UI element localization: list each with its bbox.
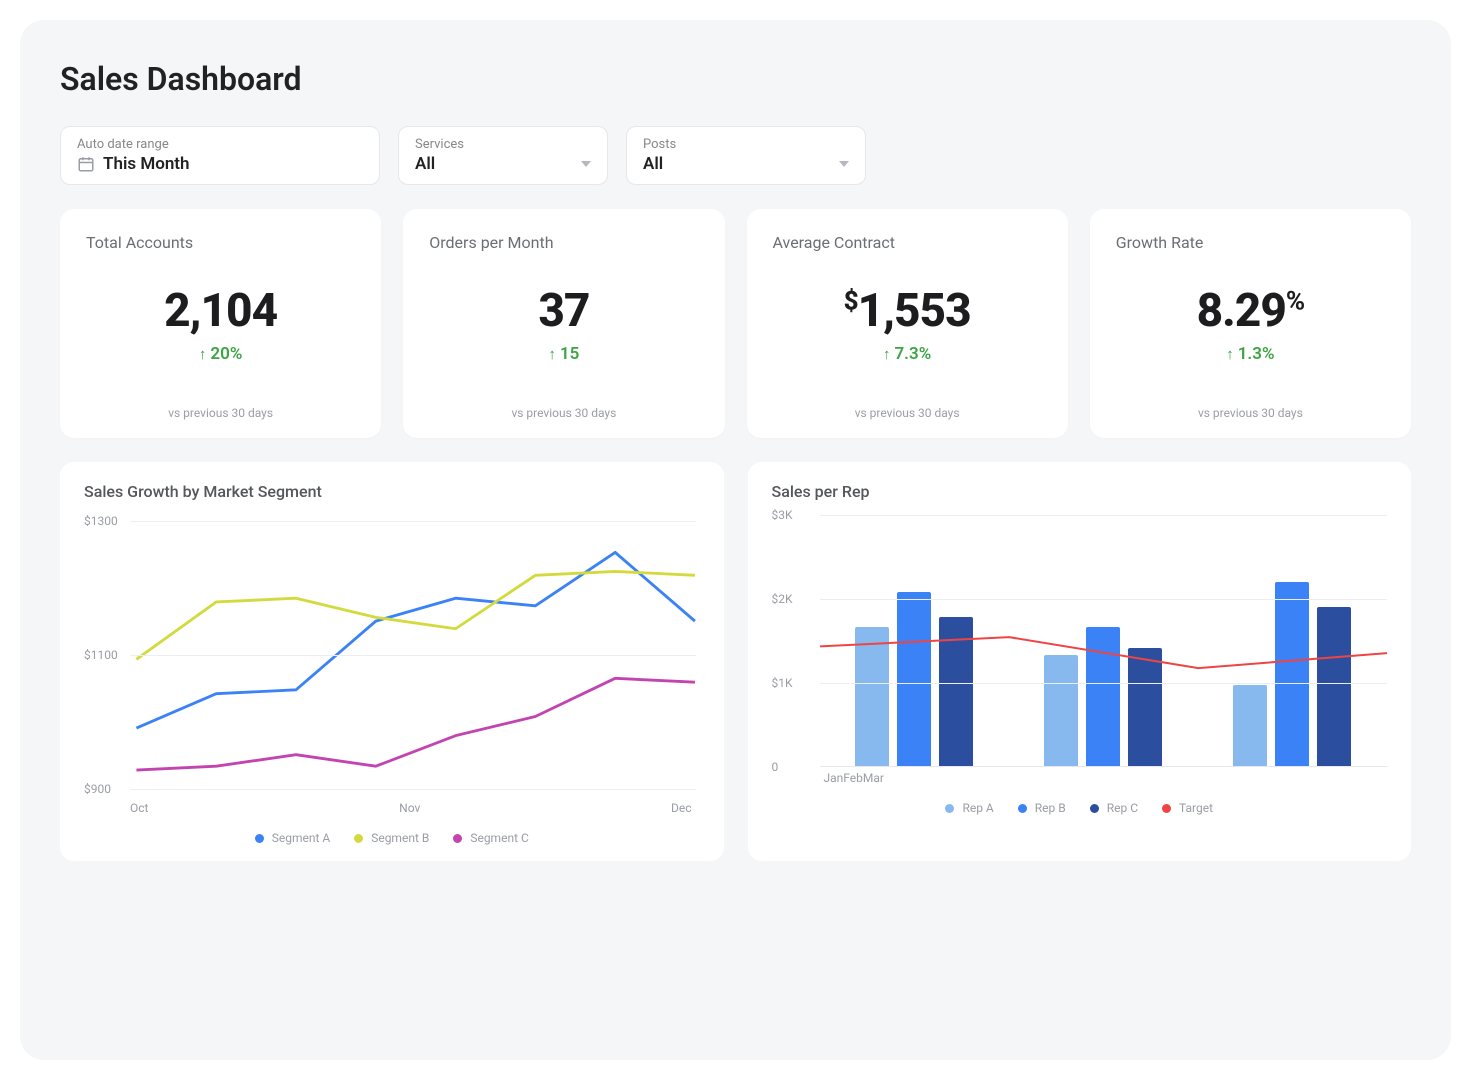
legend-item[interactable]: Target (1162, 801, 1213, 815)
kpi-delta: ↑ 1.3% (1116, 344, 1385, 364)
filters-row: Auto date range This Month Servic (60, 126, 1411, 185)
bar (897, 592, 931, 766)
kpi-title: Orders per Month (429, 233, 698, 252)
chart-title: Sales Growth by Market Segment (84, 482, 700, 501)
kpi-card-orders: Orders per Month 37 ↑ 15 vs previous 30 … (403, 209, 724, 438)
bar (939, 617, 973, 766)
legend-dot-icon (945, 804, 954, 813)
bar-legend: Rep A Rep B Rep C Target (772, 801, 1388, 815)
services-value: All (415, 154, 435, 174)
legend-dot-icon (1090, 804, 1099, 813)
date-range-filter[interactable]: Auto date range This Month (60, 126, 380, 185)
legend-dot-icon (453, 834, 462, 843)
line-series (136, 571, 694, 659)
bar-group (820, 515, 1009, 766)
bar (1044, 655, 1078, 766)
kpi-value: 37 (429, 284, 698, 338)
chart-growth-by-segment: Sales Growth by Market Segment $1300 $110… (60, 462, 724, 861)
line-chart-area: $1300 $1100 $900 (84, 515, 700, 795)
y-tick: $2K (772, 592, 793, 606)
bar-chart-area: $3K$2K$1K0 (820, 515, 1388, 767)
bar (1233, 685, 1267, 766)
kpi-value: 8.29% (1116, 284, 1385, 338)
bar (1086, 627, 1120, 766)
services-label: Services (415, 137, 591, 152)
bar (1128, 648, 1162, 766)
charts-row: Sales Growth by Market Segment $1300 $110… (60, 462, 1411, 861)
legend-dot-icon (1162, 804, 1171, 813)
legend-dot-icon (354, 834, 363, 843)
chart-sales-per-rep: Sales per Rep $3K$2K$1K0 JanFebMar Rep A… (748, 462, 1412, 861)
kpi-card-growth: Growth Rate 8.29% ↑ 1.3% vs previous 30 … (1090, 209, 1411, 438)
services-filter[interactable]: Services All (398, 126, 608, 185)
date-range-value: This Month (103, 154, 190, 174)
x-tick: Mar (863, 771, 884, 785)
arrow-up-icon: ↑ (548, 345, 556, 363)
kpi-footer: vs previous 30 days (1116, 398, 1385, 420)
legend-item[interactable]: Rep A (945, 801, 993, 815)
line-series (136, 552, 694, 728)
posts-label: Posts (643, 137, 849, 152)
arrow-up-icon: ↑ (883, 345, 891, 363)
kpi-title: Total Accounts (86, 233, 355, 252)
y-tick: $900 (84, 782, 111, 796)
kpi-delta: ↑ 20% (86, 344, 355, 364)
legend-item[interactable]: Rep B (1018, 801, 1066, 815)
line-series (136, 678, 694, 770)
kpi-delta: ↑ 7.3% (773, 344, 1042, 364)
bar-group (1009, 515, 1198, 766)
kpi-card-contract: Average Contract $1,553 ↑ 7.3% vs previo… (747, 209, 1068, 438)
kpi-delta: ↑ 15 (429, 344, 698, 364)
kpi-value: 2,104 (86, 284, 355, 338)
kpi-card-accounts: Total Accounts 2,104 ↑ 20% vs previous 3… (60, 209, 381, 438)
kpi-title: Average Contract (773, 233, 1042, 252)
chevron-down-icon (839, 161, 849, 167)
legend-item[interactable]: Rep C (1090, 801, 1138, 815)
bar (1275, 582, 1309, 766)
kpi-row: Total Accounts 2,104 ↑ 20% vs previous 3… (60, 209, 1411, 438)
bar (855, 627, 889, 766)
posts-filter[interactable]: Posts All (626, 126, 866, 185)
x-tick: Jan (824, 771, 844, 785)
calendar-icon (77, 155, 95, 173)
page-title: Sales Dashboard (60, 60, 1411, 98)
x-tick: Feb (843, 771, 863, 785)
kpi-footer: vs previous 30 days (773, 398, 1042, 420)
dashboard-page: Sales Dashboard Auto date range This Mon… (20, 20, 1451, 1060)
posts-value: All (643, 154, 663, 174)
bar (1317, 607, 1351, 766)
bar-x-axis: JanFebMar (772, 767, 844, 785)
kpi-footer: vs previous 30 days (86, 398, 355, 420)
arrow-up-icon: ↑ (199, 345, 207, 363)
date-range-label: Auto date range (77, 137, 363, 152)
legend-dot-icon (255, 834, 264, 843)
chevron-down-icon (581, 161, 591, 167)
arrow-up-icon: ↑ (1226, 345, 1234, 363)
y-tick: $1100 (84, 648, 118, 662)
legend-dot-icon (1018, 804, 1027, 813)
kpi-title: Growth Rate (1116, 233, 1385, 252)
bar-group (1198, 515, 1387, 766)
kpi-footer: vs previous 30 days (429, 398, 698, 420)
y-tick: $3K (772, 508, 793, 522)
y-tick: 0 (772, 760, 779, 774)
y-tick: $1300 (84, 514, 118, 528)
kpi-value: $1,553 (773, 284, 1042, 338)
chart-title: Sales per Rep (772, 482, 1388, 501)
y-tick: $1K (772, 676, 793, 690)
